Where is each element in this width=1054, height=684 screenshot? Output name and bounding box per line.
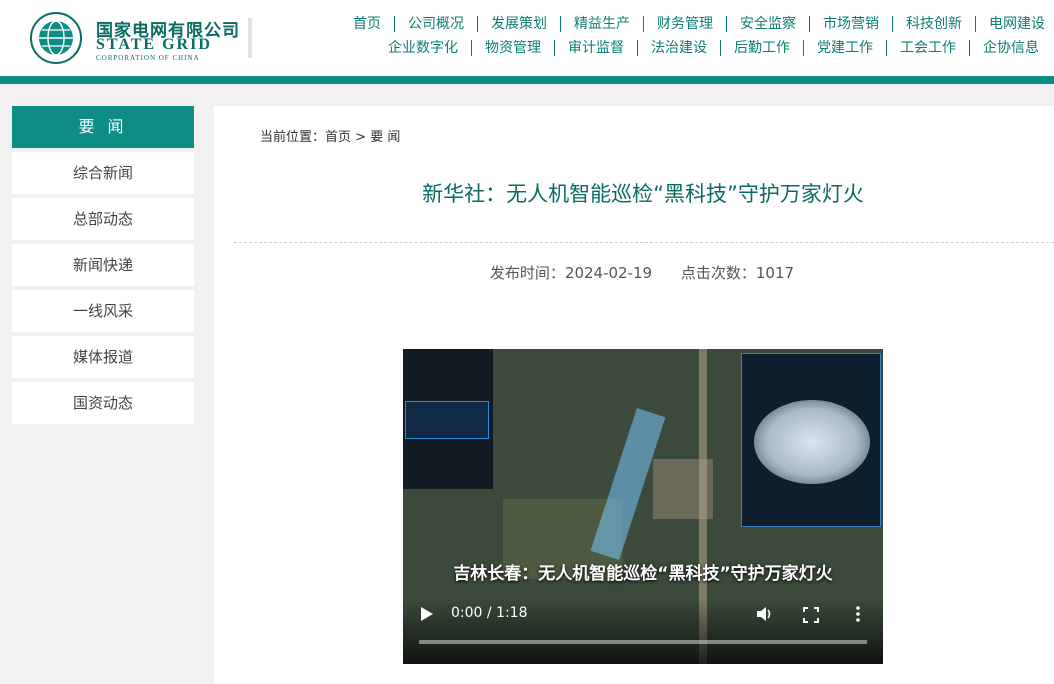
fullscreen-icon[interactable] xyxy=(803,607,819,623)
nav-item-lean-production[interactable]: 精益生产 xyxy=(560,16,643,32)
nav-item-development-planning[interactable]: 发展策划 xyxy=(477,16,560,32)
sidebar-item-sasac-updates[interactable]: 国资动态 xyxy=(12,382,194,424)
nav-item-home[interactable]: 首页 xyxy=(340,16,394,32)
sidebar-item-frontline[interactable]: 一线风采 xyxy=(12,290,194,332)
state-grid-globe-icon xyxy=(30,12,82,64)
nav-item-enterprise-association[interactable]: 企协信息 xyxy=(969,40,1052,56)
nav-item-union[interactable]: 工会工作 xyxy=(886,40,969,56)
nav-item-legal[interactable]: 法治建设 xyxy=(637,40,720,56)
article-panel: 当前位置：首页 > 要 闻 新华社：无人机智能巡检“黑科技”守护万家灯火 发布时… xyxy=(214,106,1054,684)
breadcrumb-home-link[interactable]: 首页 xyxy=(325,130,351,145)
logo-en-text: STATE GRID xyxy=(96,36,212,53)
logo-divider xyxy=(248,18,252,58)
sidebar-item-news-express[interactable]: 新闻快递 xyxy=(12,244,194,286)
volume-icon[interactable] xyxy=(755,605,773,623)
nav-item-tech-innovation[interactable]: 科技创新 xyxy=(892,16,975,32)
video-player[interactable]: 吉林长春：无人机智能巡检“黑科技”守护万家灯火 0:00 / 1:18 xyxy=(403,349,883,664)
logo-en-subtext: CORPORATION OF CHINA xyxy=(96,54,200,62)
title-divider xyxy=(234,242,1054,243)
nav-item-safety[interactable]: 安全监察 xyxy=(726,16,809,32)
sidebar-heading: 要 闻 xyxy=(12,106,194,148)
video-progress-bar[interactable] xyxy=(419,640,867,644)
main-nav: 首页 公司概况 发展策划 精益生产 财务管理 安全监察 市场营销 科技创新 电网… xyxy=(292,16,1054,66)
nav-item-digitalization[interactable]: 企业数字化 xyxy=(375,40,471,56)
publish-date: 发布时间：2024-02-19 xyxy=(489,264,653,282)
nav-item-marketing[interactable]: 市场营销 xyxy=(809,16,892,32)
sidebar-item-hq-updates[interactable]: 总部动态 xyxy=(12,198,194,240)
nav-item-company-profile[interactable]: 公司概况 xyxy=(394,16,477,32)
breadcrumb-current: 要 闻 xyxy=(370,130,401,145)
nav-item-grid-construction[interactable]: 电网建设 xyxy=(975,16,1054,32)
breadcrumb-prefix: 当前位置： xyxy=(260,130,326,145)
nav-item-audit[interactable]: 审计监督 xyxy=(554,40,637,56)
nav-item-party-building[interactable]: 党建工作 xyxy=(803,40,886,56)
sidebar-item-general-news[interactable]: 综合新闻 xyxy=(12,152,194,194)
nav-item-logistics[interactable]: 后勤工作 xyxy=(720,40,803,56)
video-frame-left-panel-box xyxy=(405,401,489,439)
sidebar-item-media-reports[interactable]: 媒体报道 xyxy=(12,336,194,378)
video-time: 0:00 / 1:18 xyxy=(451,605,528,621)
sidebar: 要 闻 综合新闻 总部动态 新闻快递 一线风采 媒体报道 国资动态 xyxy=(12,106,194,424)
breadcrumb-separator: > xyxy=(351,130,371,145)
site-header: 国家电网有限公司 STATE GRID CORPORATION OF CHINA… xyxy=(0,0,1054,84)
nav-item-finance[interactable]: 财务管理 xyxy=(643,16,726,32)
click-count: 点击次数：1017 xyxy=(680,264,795,282)
video-caption: 吉林长春：无人机智能巡检“黑科技”守护万家灯火 xyxy=(453,564,833,584)
breadcrumb: 当前位置：首页 > 要 闻 xyxy=(260,126,400,145)
play-icon[interactable] xyxy=(421,607,433,621)
article-meta: 发布时间：2024-02-19 点击次数：1017 xyxy=(214,262,1054,283)
nav-row-1: 首页 公司概况 发展策划 精益生产 财务管理 安全监察 市场营销 科技创新 电网… xyxy=(340,16,1054,32)
video-frame-camera-panel xyxy=(741,353,881,527)
nav-row-2: 企业数字化 物资管理 审计监督 法治建设 后勤工作 党建工作 工会工作 企协信息 xyxy=(375,40,1052,56)
video-controls: 0:00 / 1:18 xyxy=(403,599,883,664)
nav-item-materials[interactable]: 物资管理 xyxy=(471,40,554,56)
more-options-icon[interactable] xyxy=(853,605,863,623)
header-accent-bar xyxy=(0,76,1054,84)
state-grid-logo[interactable]: 国家电网有限公司 STATE GRID CORPORATION OF CHINA xyxy=(30,12,239,64)
video-frame-left-panel xyxy=(403,349,493,489)
article-title: 新华社：无人机智能巡检“黑科技”守护万家灯火 xyxy=(422,182,864,206)
video-frame-camera-view xyxy=(754,400,870,484)
